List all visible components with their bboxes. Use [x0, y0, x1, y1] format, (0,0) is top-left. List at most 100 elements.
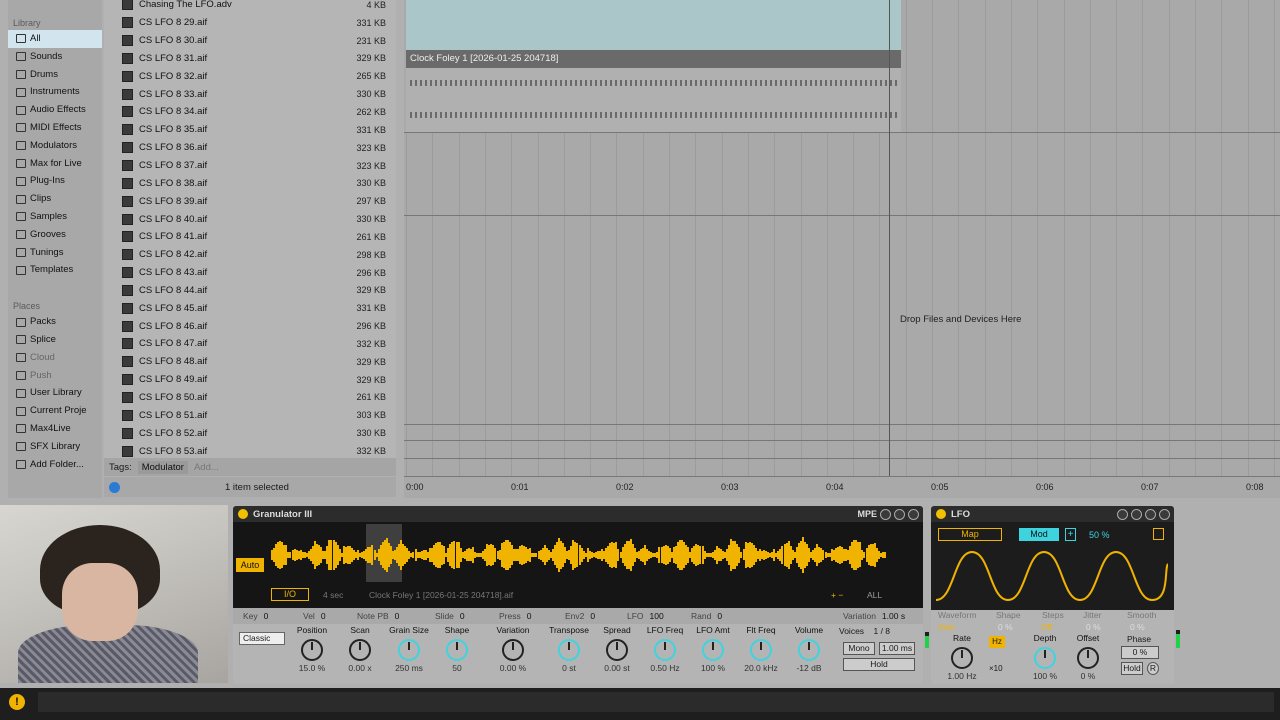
lfo-menu-icon[interactable] [1159, 508, 1170, 520]
lfo-freq-knob[interactable] [654, 639, 676, 661]
file-row[interactable]: CS LFO 8 36.aif 323 KB [104, 139, 396, 157]
mod-button[interactable]: Mod [1019, 528, 1059, 541]
warning-icon[interactable]: ! [9, 694, 25, 710]
mod-source-variation[interactable]: Variation 1.00 s [843, 611, 905, 621]
places-item-sfx-library[interactable]: SFX Library [8, 438, 102, 456]
sidebar-item-drums[interactable]: Drums [8, 66, 102, 84]
sidebar-item-midi-effects[interactable]: MIDI Effects [8, 119, 102, 137]
info-icon[interactable] [109, 481, 120, 493]
x10-toggle[interactable]: ×10 [989, 664, 1003, 673]
sidebar-item-sounds[interactable]: Sounds [8, 48, 102, 66]
file-row[interactable]: CS LFO 8 49.aif 329 KB [104, 371, 396, 389]
file-row[interactable]: CS LFO 8 41.aif 261 KB [104, 228, 396, 246]
sidebar-item-templates[interactable]: Templates [8, 261, 102, 279]
transpose-knob[interactable] [558, 639, 580, 661]
file-row[interactable]: CS LFO 8 35.aif 331 KB [104, 121, 396, 139]
tag-modulator[interactable]: Modulator [137, 460, 188, 474]
playhead[interactable] [889, 0, 890, 480]
places-item-add-folder[interactable]: Add Folder... [8, 456, 102, 474]
mod-source-key[interactable]: Key 0 [243, 611, 268, 621]
save-icon[interactable] [894, 508, 905, 520]
mod-source-env2[interactable]: Env2 0 [565, 611, 595, 621]
flt-freq-knob[interactable] [750, 639, 772, 661]
file-row[interactable]: CS LFO 8 53.aif 332 KB [104, 442, 396, 458]
phase-field[interactable]: 0 % [1121, 646, 1159, 659]
clip-waveform[interactable] [406, 68, 901, 132]
file-row[interactable]: CS LFO 8 51.aif 303 KB [104, 406, 396, 424]
menu-icon[interactable] [908, 508, 919, 520]
file-row[interactable]: CS LFO 8 50.aif 261 KB [104, 389, 396, 407]
lfo-list-icon[interactable] [1153, 528, 1164, 540]
volume-knob[interactable] [798, 639, 820, 661]
file-row[interactable]: CS LFO 8 39.aif 297 KB [104, 192, 396, 210]
tag-add[interactable]: Add... [194, 462, 219, 473]
places-item-current-proje[interactable]: Current Proje [8, 402, 102, 420]
file-row[interactable]: CS LFO 8 44.aif 329 KB [104, 282, 396, 300]
lfo-save-icon[interactable] [1145, 508, 1156, 520]
depth-knob[interactable] [1034, 647, 1056, 669]
places-item-push[interactable]: Push [8, 367, 102, 385]
lfo-settings-icon[interactable] [1131, 508, 1142, 520]
places-item-packs[interactable]: Packs [8, 313, 102, 331]
add-icon[interactable]: + − [831, 590, 843, 600]
sidebar-item-samples[interactable]: Samples [8, 208, 102, 226]
places-item-cloud[interactable]: Cloud [8, 349, 102, 367]
spread-knob[interactable] [606, 639, 628, 661]
mod-source-rand[interactable]: Rand 0 [691, 611, 722, 621]
time-ruler[interactable]: 0:00 0:01 0:02 0:03 0:04 0:05 0:06 0:07 0:08 [404, 476, 1280, 498]
grain-waveform-display[interactable]: Auto I/O 4 sec Clock Foley 1 [2026-01-25… [233, 522, 923, 608]
mpe-label[interactable]: MPE [857, 509, 877, 519]
io-button[interactable]: I/O [271, 588, 309, 601]
sidebar-item-grooves[interactable]: Grooves [8, 226, 102, 244]
file-row[interactable]: CS LFO 8 52.aif 330 KB [104, 424, 396, 442]
file-row[interactable]: CS LFO 8 48.aif 329 KB [104, 353, 396, 371]
all-button[interactable]: ALL [867, 590, 882, 600]
lfo-hold-button[interactable]: Hold [1121, 662, 1143, 675]
file-row[interactable]: CS LFO 8 34.aif 262 KB [104, 103, 396, 121]
grain-size-knob[interactable] [398, 639, 420, 661]
sidebar-item-plug-ins[interactable]: Plug-Ins [8, 172, 102, 190]
places-item-user-library[interactable]: User Library [8, 384, 102, 402]
settings-icon[interactable] [880, 508, 891, 520]
rate-knob[interactable] [951, 647, 973, 669]
auto-button[interactable]: Auto [236, 558, 264, 572]
sidebar-item-all[interactable]: All [8, 30, 102, 48]
mono-time-field[interactable]: 1.00 ms [879, 642, 915, 655]
places-item-max4live[interactable]: Max4Live [8, 420, 102, 438]
mod-source-lfo[interactable]: LFO 100 [627, 611, 664, 621]
map-button[interactable]: Map [938, 528, 1002, 541]
sidebar-item-clips[interactable]: Clips [8, 190, 102, 208]
hz-toggle[interactable]: Hz [989, 636, 1005, 648]
shape-knob[interactable] [446, 639, 468, 661]
places-item-splice[interactable]: Splice [8, 331, 102, 349]
scan-knob[interactable] [349, 639, 371, 661]
file-row[interactable]: CS LFO 8 29.aif 331 KB [104, 14, 396, 32]
sidebar-item-tunings[interactable]: Tunings [8, 244, 102, 262]
file-row[interactable]: CS LFO 8 42.aif 298 KB [104, 246, 396, 264]
offset-knob[interactable] [1077, 647, 1099, 669]
mod-source-vel[interactable]: Vel 0 [303, 611, 326, 621]
mono-button[interactable]: Mono [843, 642, 875, 655]
mod-source-note-pb[interactable]: Note PB 0 [357, 611, 399, 621]
retrigger-button[interactable]: R [1147, 662, 1159, 675]
file-row[interactable]: CS LFO 8 45.aif 331 KB [104, 299, 396, 317]
mod-depth[interactable]: 50 % [1089, 530, 1110, 540]
add-target-icon[interactable]: + [1065, 528, 1076, 541]
arrangement-view[interactable]: Clock Foley 1 [2026-01-25 204718] Drop F… [404, 0, 1280, 498]
clip-title[interactable]: Clock Foley 1 [2026-01-25 204718] [406, 50, 901, 68]
lfo-power-icon[interactable] [936, 509, 946, 519]
file-row[interactable]: CS LFO 8 31.aif 329 KB [104, 50, 396, 68]
lfo-waveform-display[interactable]: Map Mod + 50 % Waveform Shape Steps Jitt… [931, 522, 1174, 632]
mod-source-slide[interactable]: Slide 0 [435, 611, 465, 621]
lfo-fold-icon[interactable] [1117, 508, 1128, 520]
hold-button[interactable]: Hold [843, 658, 915, 671]
file-row[interactable]: CS LFO 8 47.aif 332 KB [104, 335, 396, 353]
file-row[interactable]: CS LFO 8 43.aif 296 KB [104, 264, 396, 282]
file-row[interactable]: CS LFO 8 33.aif 330 KB [104, 85, 396, 103]
lfo-amt-knob[interactable] [702, 639, 724, 661]
file-row[interactable]: CS LFO 8 30.aif 231 KB [104, 32, 396, 50]
file-row[interactable]: CS LFO 8 32.aif 265 KB [104, 67, 396, 85]
file-row[interactable]: CS LFO 8 40.aif 330 KB [104, 210, 396, 228]
mod-source-press[interactable]: Press 0 [499, 611, 531, 621]
variation-knob[interactable] [502, 639, 524, 661]
